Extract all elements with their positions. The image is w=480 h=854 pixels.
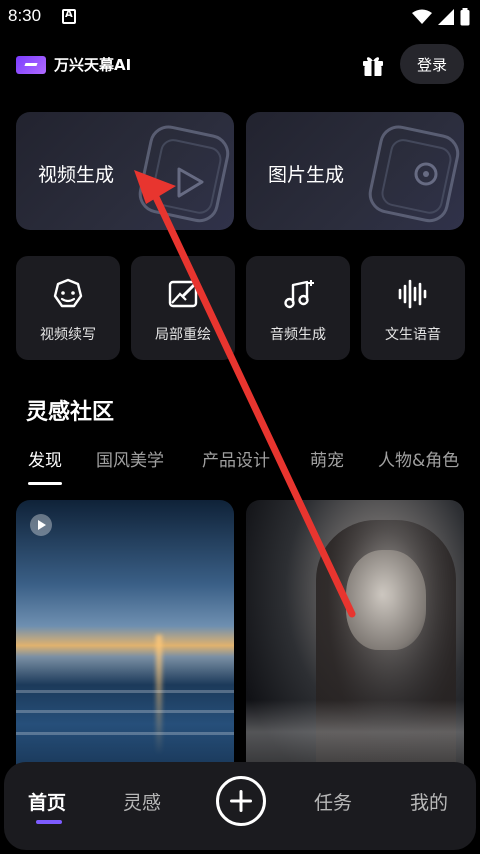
notification-a-icon xyxy=(62,9,76,24)
video-extend-icon xyxy=(53,278,83,308)
status-bar: 8:30 xyxy=(0,0,480,34)
nav-mine[interactable]: 我的 xyxy=(410,788,448,815)
gift-icon[interactable] xyxy=(360,52,386,78)
tool-label: 局部重绘 xyxy=(155,327,211,343)
portrait-face xyxy=(346,550,426,650)
nav-home[interactable]: 首页 xyxy=(28,788,66,815)
tool-label: 视频续写 xyxy=(40,327,96,343)
status-time: 8:30 xyxy=(8,6,42,25)
image-frame-icon xyxy=(368,125,460,223)
nav-inspiration[interactable]: 灵感 xyxy=(123,788,161,815)
inpaint-icon xyxy=(168,280,198,308)
tab-characters[interactable]: 人物&角色 xyxy=(378,446,459,471)
tool-label: 音频生成 xyxy=(270,327,326,343)
wifi-icon xyxy=(412,9,432,24)
tool-label: 文生语音 xyxy=(385,327,441,343)
tab-active-indicator xyxy=(28,482,62,485)
waveform-icon xyxy=(398,279,427,309)
wave-line xyxy=(16,710,234,713)
feed-card-image[interactable] xyxy=(246,500,464,780)
nav-active-indicator xyxy=(36,820,62,824)
image-generation-card[interactable]: 图片生成 xyxy=(246,112,464,230)
sun-reflection xyxy=(156,635,162,755)
tab-pets[interactable]: 萌宠 xyxy=(310,446,344,471)
video-frame-icon xyxy=(138,125,230,223)
bottom-nav: 首页 灵感 任务 我的 xyxy=(4,762,476,850)
tool-audio-generation[interactable]: 音频生成 xyxy=(246,256,350,360)
video-generation-label: 视频生成 xyxy=(38,164,115,186)
tab-guofeng[interactable]: 国风美学 xyxy=(96,446,164,471)
plus-circle-icon[interactable] xyxy=(216,776,266,826)
video-generation-card[interactable]: 视频生成 xyxy=(16,112,234,230)
battery-icon xyxy=(460,8,470,26)
music-note-icon xyxy=(284,280,314,309)
wave-line xyxy=(16,732,234,735)
login-button[interactable]: 登录 xyxy=(400,44,464,84)
play-icon xyxy=(30,514,52,536)
community-title: 灵感社区 xyxy=(26,400,115,425)
app-header: 万兴天幕AI 登录 xyxy=(0,40,480,88)
status-icons xyxy=(412,8,470,26)
nav-tasks[interactable]: 任务 xyxy=(314,788,352,815)
tab-product-design[interactable]: 产品设计 xyxy=(202,446,270,471)
image-generation-label: 图片生成 xyxy=(268,164,345,186)
signal-icon xyxy=(438,9,454,25)
wave-line xyxy=(16,690,234,693)
logo-icon xyxy=(16,56,46,74)
tool-video-extend[interactable]: 视频续写 xyxy=(16,256,120,360)
feed-card-video[interactable] xyxy=(16,500,234,780)
brand-name: 万兴天幕AI xyxy=(54,56,132,74)
tool-text-to-speech[interactable]: 文生语音 xyxy=(361,256,465,360)
community-tabs: 发现 国风美学 产品设计 萌宠 人物&角色 xyxy=(0,440,480,490)
tool-inpaint[interactable]: 局部重绘 xyxy=(131,256,235,360)
tab-discover[interactable]: 发现 xyxy=(28,446,62,471)
